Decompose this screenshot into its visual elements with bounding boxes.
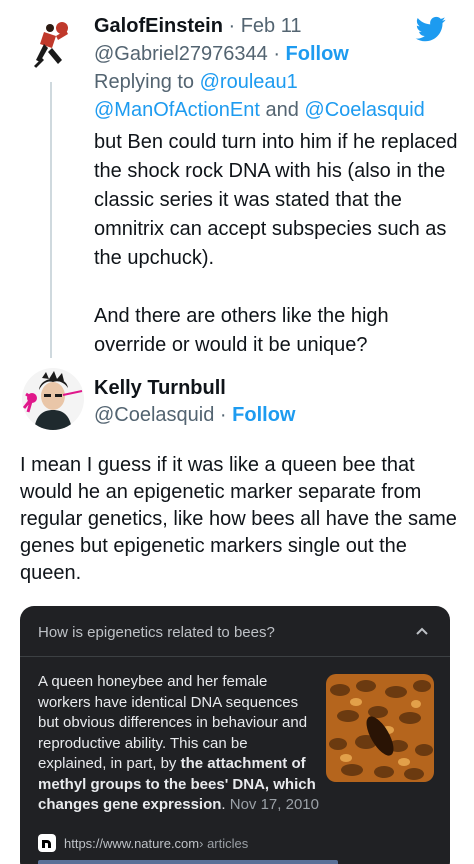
- tweet-date[interactable]: Feb 11: [241, 15, 302, 37]
- mention-link[interactable]: @Coelasquid: [304, 99, 424, 121]
- twitter-bird-icon[interactable]: [414, 14, 448, 44]
- display-name[interactable]: GalofEinstein: [94, 15, 223, 37]
- user-handle[interactable]: @Coelasquid: [94, 404, 214, 426]
- replying-to: Replying to @rouleau1 @ManOfActionEnt an…: [94, 68, 454, 124]
- header-separator: ·: [222, 15, 241, 37]
- tweet-body: but Ben could turn into him if he replac…: [94, 131, 458, 356]
- avatar-galofeinstein[interactable]: [22, 14, 80, 72]
- tweet1-handle-row: @Gabriel27976344 · Follow: [94, 43, 349, 65]
- tweet1-header: GalofEinstein · Feb 11: [94, 12, 301, 40]
- follow-button[interactable]: Follow: [232, 404, 295, 426]
- avatar-kelly-turnbull[interactable]: [22, 368, 84, 430]
- thread-connector-line: [50, 82, 52, 358]
- cut-off-link-text: [38, 860, 338, 864]
- and-text: and: [259, 99, 305, 121]
- tweet2-handle-row: @Coelasquid · Follow: [94, 401, 295, 429]
- tweet-galofeinstein: GalofEinstein · Feb 11 @Gabriel27976344 …: [0, 0, 474, 360]
- mention-link[interactable]: @rouleau1: [200, 71, 298, 93]
- bees-image: [326, 674, 434, 782]
- answer-end: .: [221, 796, 230, 813]
- answer-date: Nov 17, 2010: [229, 796, 319, 813]
- follow-button[interactable]: Follow: [286, 43, 349, 65]
- user-handle[interactable]: @Gabriel27976344: [94, 43, 268, 65]
- card-divider: [20, 656, 450, 657]
- chevron-up-icon[interactable]: [412, 622, 432, 642]
- mention-link[interactable]: @ManOfActionEnt: [94, 99, 260, 121]
- tweet-body: I mean I guess if it was like a queen be…: [20, 454, 457, 584]
- source-breadcrumb: › articles: [199, 835, 249, 851]
- display-name[interactable]: Kelly Turnbull: [94, 374, 226, 402]
- nature-favicon-icon: [38, 834, 56, 852]
- header-separator: ·: [214, 404, 233, 426]
- replying-prefix: Replying to: [94, 71, 200, 93]
- google-answer-card[interactable]: How is epigenetics related to bees? A qu…: [20, 606, 450, 864]
- card-question[interactable]: How is epigenetics related to bees?: [38, 624, 275, 641]
- source-link[interactable]: https://www.nature.com › articles: [38, 834, 248, 852]
- card-answer-text: A queen honeybee and her female workers …: [38, 672, 320, 816]
- source-url[interactable]: https://www.nature.com: [64, 836, 199, 851]
